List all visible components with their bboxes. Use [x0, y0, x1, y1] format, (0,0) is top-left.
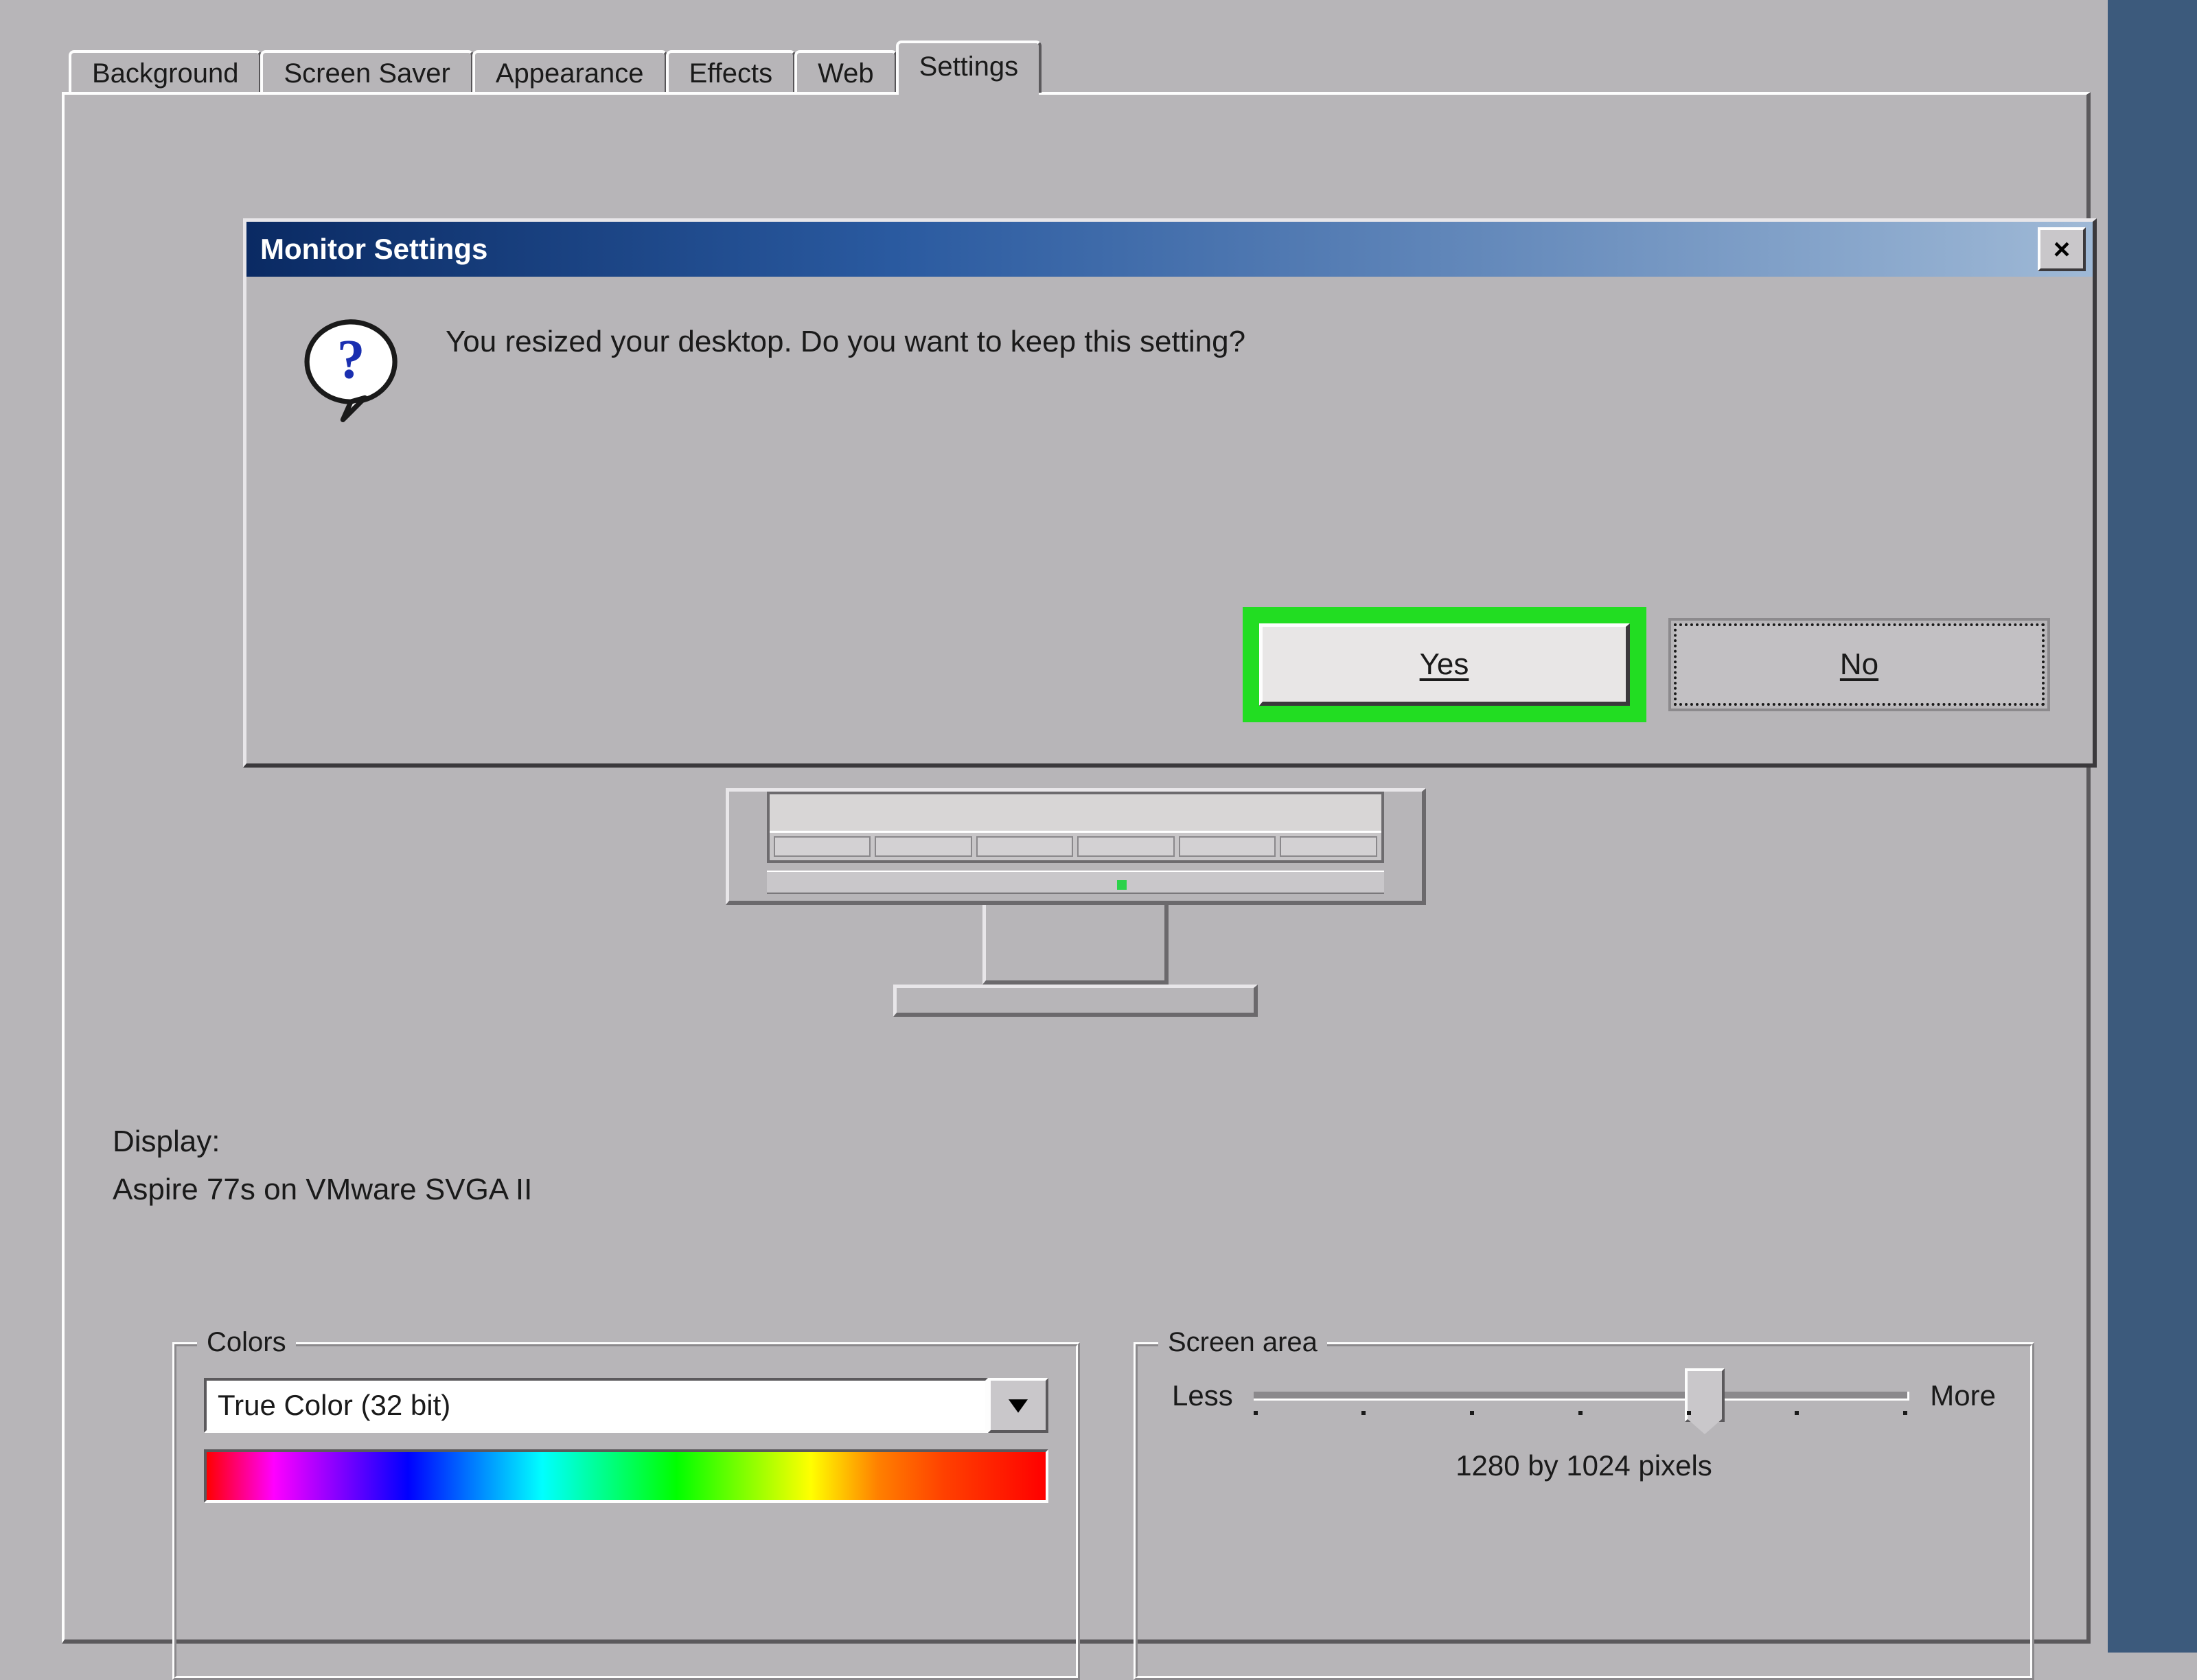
slider-more-label: More [1930, 1379, 1996, 1412]
color-spectrum-preview [204, 1449, 1048, 1503]
screen-area-legend: Screen area [1158, 1327, 1327, 1358]
dialog-title: Monitor Settings [260, 233, 487, 266]
slider-ticks [1254, 1411, 1908, 1415]
colors-legend: Colors [197, 1327, 296, 1358]
monitor-settings-dialog: Monitor Settings × ? You resized your de… [243, 218, 2097, 768]
yes-button[interactable]: Yes [1259, 623, 1630, 706]
tab-strip: Background Screen Saver Appearance Effec… [69, 41, 1040, 93]
tab-effects[interactable]: Effects [666, 50, 796, 95]
display-value: Aspire 77s on VMware SVGA II [113, 1166, 532, 1214]
yes-button-highlight: Yes [1243, 607, 1646, 722]
tab-settings[interactable]: Settings [896, 41, 1042, 93]
svg-text:?: ? [337, 327, 365, 390]
dialog-message: You resized your desktop. Do you want to… [446, 318, 1245, 359]
color-depth-value[interactable]: True Color (32 bit) [204, 1378, 988, 1433]
no-button[interactable]: No [1674, 623, 2045, 706]
slider-less-label: Less [1172, 1379, 1233, 1412]
question-icon: ? [301, 318, 404, 434]
chevron-down-icon [1009, 1392, 1028, 1419]
tab-screen-saver[interactable]: Screen Saver [260, 50, 473, 95]
tab-background[interactable]: Background [69, 50, 262, 95]
window-right-edge [2108, 0, 2197, 1653]
close-icon: × [2054, 233, 2071, 266]
dialog-close-button[interactable]: × [2038, 227, 2086, 271]
screen-area-group: Screen area Less More 1280 by 1024 pixel… [1136, 1344, 2032, 1678]
settings-tab-page: Display: Aspire 77s on VMware SVGA II Co… [62, 92, 2091, 1644]
monitor-preview [715, 788, 1436, 1017]
resolution-value: 1280 by 1024 pixels [1138, 1449, 2030, 1482]
tab-appearance[interactable]: Appearance [472, 50, 667, 95]
no-button-label: No [1840, 647, 1878, 682]
display-label: Display: [113, 1118, 532, 1166]
yes-button-label: Yes [1420, 647, 1469, 682]
combo-dropdown-button[interactable] [988, 1378, 1048, 1433]
resolution-slider[interactable] [1254, 1392, 1910, 1401]
colors-group: Colors True Color (32 bit) [174, 1344, 1078, 1678]
tab-web[interactable]: Web [794, 50, 897, 95]
color-depth-combo[interactable]: True Color (32 bit) [204, 1378, 1048, 1433]
dialog-titlebar[interactable]: Monitor Settings × [246, 222, 2093, 277]
